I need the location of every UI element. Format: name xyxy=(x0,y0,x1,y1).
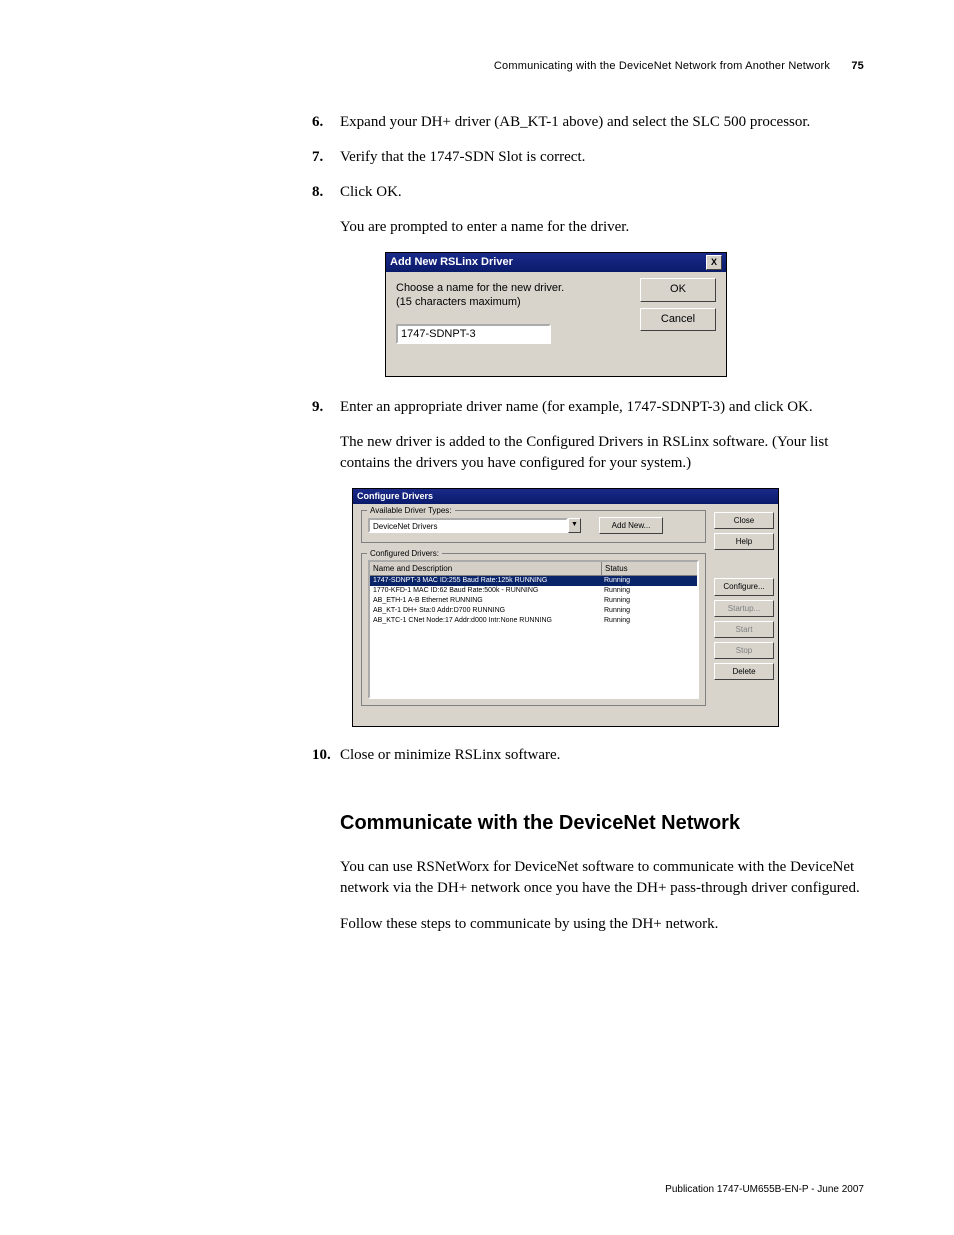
step-10: 10. Close or minimize RSLinx software. xyxy=(340,745,864,766)
combobox-value: DeviceNet Drivers xyxy=(368,518,568,533)
prompt-line-1: Choose a name for the new driver. xyxy=(396,282,564,294)
close-button[interactable]: Close xyxy=(714,512,774,529)
stop-button[interactable]: Stop xyxy=(714,642,774,659)
cancel-button[interactable]: Cancel xyxy=(640,308,716,331)
driver-status-cell: Running xyxy=(601,596,697,606)
step-number: 8. xyxy=(312,182,323,203)
start-button[interactable]: Start xyxy=(714,621,774,638)
dialog-prompt: Choose a name for the new driver. (15 ch… xyxy=(396,282,576,310)
driver-name-cell: 1747-SDNPT-3 MAC ID:255 Baud Rate:125k R… xyxy=(370,576,601,586)
page-number: 75 xyxy=(851,60,864,72)
fieldset-legend: Available Driver Types: xyxy=(367,505,455,516)
step-number: 6. xyxy=(312,112,323,133)
prompt-line-2: (15 characters maximum) xyxy=(396,296,521,308)
ok-button[interactable]: OK xyxy=(640,278,716,301)
driver-status-cell: Running xyxy=(601,616,697,626)
step-number: 9. xyxy=(312,397,323,418)
step-text: Verify that the 1747-SDN Slot is correct… xyxy=(340,149,585,165)
add-new-rslinx-driver-dialog: Add New RSLinx Driver X Choose a name fo… xyxy=(385,252,727,377)
body-paragraph: Follow these steps to communicate by usi… xyxy=(340,914,864,935)
dialog-title: Add New RSLinx Driver xyxy=(390,255,513,270)
configure-button[interactable]: Configure... xyxy=(714,578,774,595)
table-row[interactable]: 1770-KFD-1 MAC ID:62 Baud Rate:500k - RU… xyxy=(370,586,697,596)
configured-drivers-fieldset: Configured Drivers: Name and Description… xyxy=(361,553,706,706)
chapter-title: Communicating with the DeviceNet Network… xyxy=(494,60,830,72)
step-text: Enter an appropriate driver name (for ex… xyxy=(340,399,813,415)
add-new-button[interactable]: Add New... xyxy=(599,517,663,534)
publication-footer: Publication 1747-UM655B-EN-P - June 2007 xyxy=(665,1184,864,1195)
dialog-titlebar: Configure Drivers xyxy=(353,489,778,504)
step-8-result: You are prompted to enter a name for the… xyxy=(340,217,864,238)
fieldset-legend: Configured Drivers: xyxy=(367,548,442,559)
table-header: Name and Description Status xyxy=(370,562,697,576)
driver-name-cell: AB_ETH-1 A-B Ethernet RUNNING xyxy=(370,596,601,606)
step-6: 6. Expand your DH+ driver (AB_KT-1 above… xyxy=(340,112,864,133)
dialog-titlebar: Add New RSLinx Driver X xyxy=(386,253,726,272)
step-number: 10. xyxy=(312,745,331,766)
driver-status-cell: Running xyxy=(601,576,697,586)
step-text: Expand your DH+ driver (AB_KT-1 above) a… xyxy=(340,114,810,130)
step-8: 8. Click OK. You are prompted to enter a… xyxy=(340,182,864,377)
driver-status-cell: Running xyxy=(601,606,697,616)
step-9: 9. Enter an appropriate driver name (for… xyxy=(340,397,864,727)
configured-drivers-list[interactable]: Name and Description Status 1747-SDNPT-3… xyxy=(368,560,699,699)
chevron-down-icon[interactable]: ▼ xyxy=(568,518,581,533)
body-paragraph: You can use RSNetWorx for DeviceNet soft… xyxy=(340,857,864,899)
driver-name-cell: AB_KT-1 DH+ Sta:0 Addr:D700 RUNNING xyxy=(370,606,601,616)
driver-type-combobox[interactable]: DeviceNet Drivers ▼ xyxy=(368,518,581,533)
driver-status-cell: Running xyxy=(601,586,697,596)
close-icon[interactable]: X xyxy=(706,255,722,270)
step-9-result: The new driver is added to the Configure… xyxy=(340,432,864,474)
configure-drivers-dialog: Configure Drivers Available Driver Types… xyxy=(352,488,779,727)
step-number: 7. xyxy=(312,147,323,168)
driver-name-cell: AB_KTC-1 CNet Node:17 Addr:d000 Intr:Non… xyxy=(370,616,601,626)
section-heading-communicate: Communicate with the DeviceNet Network xyxy=(340,812,864,835)
column-status: Status xyxy=(602,562,697,575)
driver-name-input[interactable] xyxy=(396,324,551,344)
step-text: Click OK. xyxy=(340,184,402,200)
table-row[interactable]: 1747-SDNPT-3 MAC ID:255 Baud Rate:125k R… xyxy=(370,576,697,586)
driver-name-cell: 1770-KFD-1 MAC ID:62 Baud Rate:500k - RU… xyxy=(370,586,601,596)
step-7: 7. Verify that the 1747-SDN Slot is corr… xyxy=(340,147,864,168)
table-row[interactable]: AB_ETH-1 A-B Ethernet RUNNINGRunning xyxy=(370,596,697,606)
table-row[interactable]: AB_KTC-1 CNet Node:17 Addr:d000 Intr:Non… xyxy=(370,616,697,626)
available-driver-types-fieldset: Available Driver Types: DeviceNet Driver… xyxy=(361,510,706,543)
startup-button[interactable]: Startup... xyxy=(714,600,774,617)
column-name: Name and Description xyxy=(370,562,602,575)
help-button[interactable]: Help xyxy=(714,533,774,550)
delete-button[interactable]: Delete xyxy=(714,663,774,680)
step-text: Close or minimize RSLinx software. xyxy=(340,747,560,763)
table-row[interactable]: AB_KT-1 DH+ Sta:0 Addr:D700 RUNNINGRunni… xyxy=(370,606,697,616)
page-header: Communicating with the DeviceNet Network… xyxy=(90,60,864,72)
